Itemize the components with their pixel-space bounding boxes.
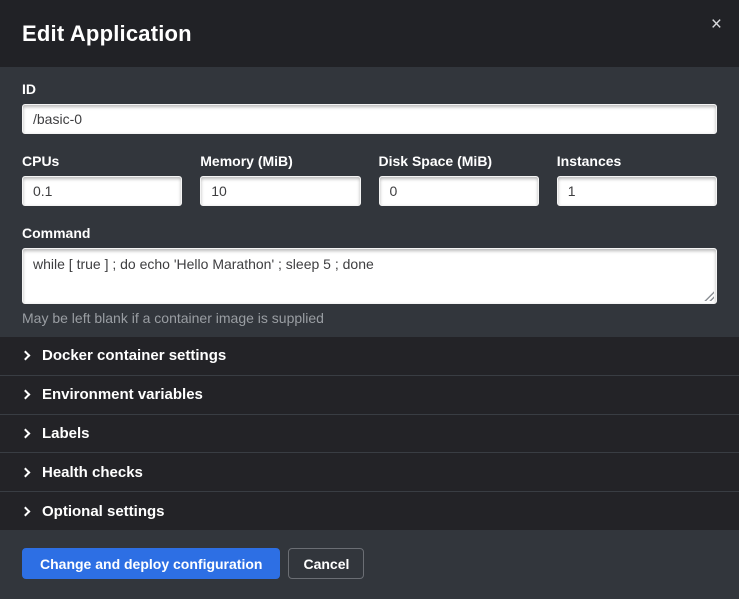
chevron-right-icon (21, 351, 31, 361)
accordion-section-label: Labels (42, 425, 90, 442)
change-and-deploy-button[interactable]: Change and deploy configuration (22, 548, 280, 579)
accordion-section-label: Health checks (42, 464, 143, 481)
command-textarea[interactable]: while [ true ] ; do echo 'Hello Marathon… (22, 248, 717, 304)
edit-application-modal: Edit Application × ID CPUs Memory (MiB) … (0, 0, 739, 599)
accordion-section-health-checks[interactable]: Health checks (0, 452, 739, 491)
disk-space-field: Disk Space (MiB) (379, 153, 539, 206)
accordion-section-environment-variables[interactable]: Environment variables (0, 375, 739, 414)
accordion-section-label: Environment variables (42, 386, 203, 403)
instances-label: Instances (557, 153, 717, 169)
instances-field: Instances (557, 153, 717, 206)
chevron-right-icon (21, 429, 31, 439)
command-textarea-wrap: while [ true ] ; do echo 'Hello Marathon… (22, 248, 717, 304)
chevron-right-icon (21, 390, 31, 400)
modal-title: Edit Application (22, 21, 192, 47)
memory-field: Memory (MiB) (200, 153, 360, 206)
memory-label: Memory (MiB) (200, 153, 360, 169)
accordion-section-labels[interactable]: Labels (0, 414, 739, 453)
accordion-section-docker-container-settings[interactable]: Docker container settings (0, 337, 739, 375)
close-icon[interactable]: × (707, 13, 726, 36)
accordion-section-label: Optional settings (42, 503, 165, 520)
command-label: Command (22, 225, 717, 241)
cancel-button[interactable]: Cancel (288, 548, 364, 579)
modal-footer: Change and deploy configuration Cancel (0, 530, 739, 599)
accordion-section-optional-settings[interactable]: Optional settings (0, 491, 739, 530)
command-field: Command while [ true ] ; do echo 'Hello … (22, 225, 717, 326)
id-label: ID (22, 81, 717, 97)
id-input[interactable] (22, 104, 717, 134)
id-field: ID (22, 81, 717, 134)
chevron-right-icon (21, 467, 31, 477)
chevron-right-icon (21, 506, 31, 516)
cpus-label: CPUs (22, 153, 182, 169)
cpus-input[interactable] (22, 176, 182, 206)
command-help-text: May be left blank if a container image i… (22, 310, 717, 326)
disk-space-label: Disk Space (MiB) (379, 153, 539, 169)
memory-input[interactable] (200, 176, 360, 206)
instances-input[interactable] (557, 176, 717, 206)
accordion: Docker container settings Environment va… (0, 337, 739, 530)
form-body: ID CPUs Memory (MiB) Disk Space (MiB) In… (0, 67, 739, 337)
cpus-field: CPUs (22, 153, 182, 206)
resources-row: CPUs Memory (MiB) Disk Space (MiB) Insta… (22, 153, 717, 206)
modal-header: Edit Application × (0, 0, 739, 67)
disk-space-input[interactable] (379, 176, 539, 206)
accordion-section-label: Docker container settings (42, 347, 226, 364)
